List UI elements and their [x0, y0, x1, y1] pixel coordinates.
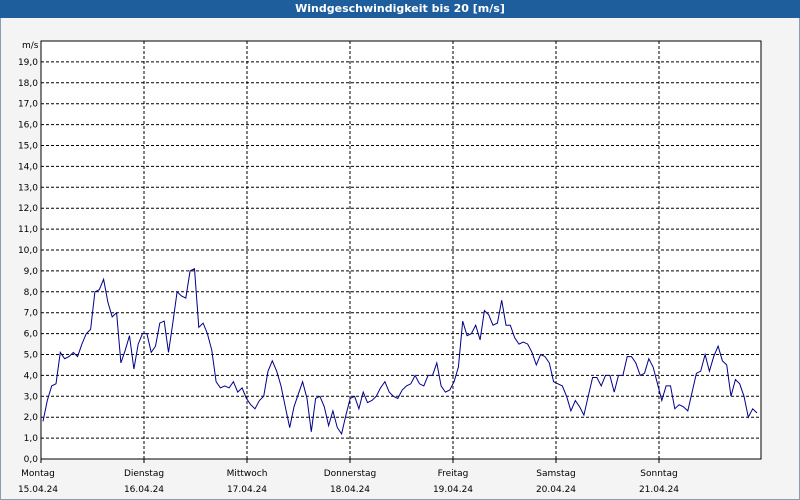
y-tick-label: 13,0 — [18, 183, 38, 193]
x-tick-day: Montag — [21, 469, 55, 479]
x-axis-ticks: Montag 15.04.24 Dienstag 16.04.24 Mittwoch 17… — [18, 459, 679, 495]
x-tick-day: Donnerstag — [324, 469, 377, 479]
x-tick-date: 17.04.24 — [227, 485, 267, 495]
y-tick-label: 11,0 — [18, 225, 38, 235]
y-tick-label: 2,0 — [24, 413, 39, 423]
x-tick-date: 19.04.24 — [433, 485, 473, 495]
x-tick-date: 18.04.24 — [330, 485, 370, 495]
x-tick-day: Mittwoch — [227, 469, 268, 479]
grid-lines — [41, 41, 761, 459]
y-tick-label: 8,0 — [24, 288, 39, 298]
y-tick-label: 5,0 — [24, 351, 39, 361]
y-tick-label: 4,0 — [24, 371, 39, 381]
y-tick-label: 15,0 — [18, 142, 38, 152]
x-tick-day: Samstag — [536, 469, 575, 479]
y-tick-label: 0,0 — [24, 455, 39, 465]
y-tick-label: 16,0 — [18, 121, 38, 131]
x-tick-date: 16.04.24 — [124, 485, 164, 495]
y-tick-label: 10,0 — [18, 246, 38, 256]
y-tick-label: 1,0 — [24, 434, 39, 444]
y-axis-label: m/s — [22, 41, 39, 51]
y-tick-label: 3,0 — [24, 392, 39, 402]
y-tick-label: 14,0 — [18, 162, 38, 172]
x-tick-day: Dienstag — [124, 469, 164, 479]
x-tick-date: 15.04.24 — [18, 485, 58, 495]
y-tick-label: 7,0 — [24, 309, 39, 319]
wind-speed-chart: 0,0 1,0 2,0 3,0 4,0 5,0 6,0 7,0 8,0 9,0 10,0 11,0 12… — [18, 40, 762, 495]
y-tick-label: 6,0 — [24, 330, 39, 340]
y-tick-label: 9,0 — [24, 267, 39, 277]
y-tick-label: 18,0 — [18, 79, 38, 89]
y-tick-label: 19,0 — [18, 58, 38, 68]
x-tick-date: 20.04.24 — [536, 485, 576, 495]
y-tick-label: 17,0 — [18, 100, 38, 110]
x-tick-date: 21.04.24 — [639, 485, 679, 495]
y-axis-ticks: 0,0 1,0 2,0 3,0 4,0 5,0 6,0 7,0 8,0 9,0 10,0 11,0 12… — [18, 58, 38, 465]
x-tick-day: Sonntag — [640, 469, 677, 479]
y-tick-label: 12,0 — [18, 204, 38, 214]
x-tick-day: Freitag — [438, 469, 469, 479]
